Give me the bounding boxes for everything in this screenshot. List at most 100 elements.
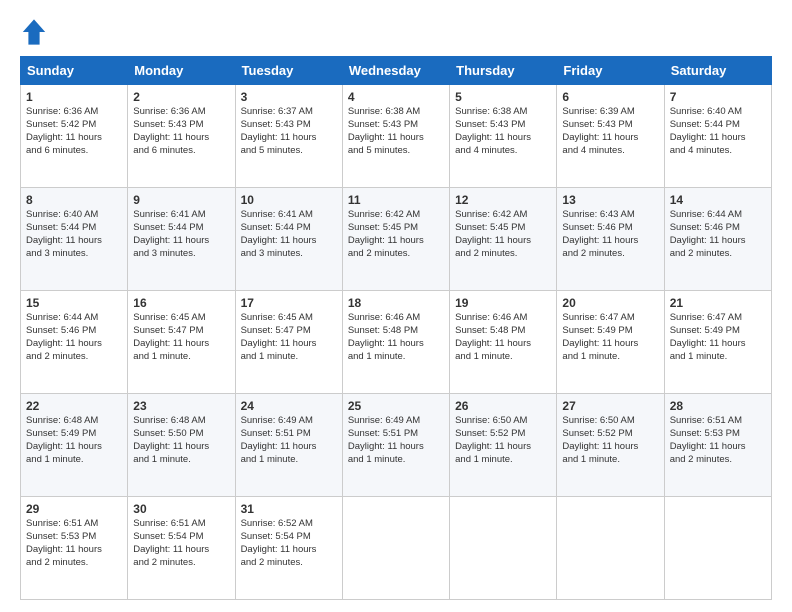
day-cell: 4Sunrise: 6:38 AMSunset: 5:43 PMDaylight… [342, 85, 449, 188]
week-row-4: 22Sunrise: 6:48 AMSunset: 5:49 PM Dayligh… [21, 394, 772, 497]
day-cell: 7Sunrise: 6:40 AMSunset: 5:44 PMDaylight… [664, 85, 771, 188]
week-row-1: 1Sunrise: 6:36 AMSunset: 5:42 PMDaylight… [21, 85, 772, 188]
day-info-line: Daylight: 11 hours [26, 235, 122, 248]
day-number: 16 [133, 295, 229, 311]
day-number: 2 [133, 89, 229, 105]
logo [20, 18, 52, 46]
day-number: 25 [348, 398, 444, 414]
day-cell: 10Sunrise: 6:41 AMSunset: 5:44 PMDayligh… [235, 188, 342, 291]
day-number: 22 [26, 398, 122, 414]
day-info-line: Daylight: 11 hours [670, 235, 766, 248]
header [20, 18, 772, 46]
day-number: 21 [670, 295, 766, 311]
day-number: 10 [241, 192, 337, 208]
day-cell: 27Sunrise: 6:50 AMSunset: 5:52 PMDayligh… [557, 394, 664, 497]
day-info-line: Daylight: 11 hours [241, 544, 337, 557]
day-cell: 31Sunrise: 6:52 AMSunset: 5:54 PMDayligh… [235, 497, 342, 600]
day-cell: 15Sunrise: 6:44 AMSunset: 5:46 PMDayligh… [21, 291, 128, 394]
day-info-line: Sunrise: 6:47 AM [670, 312, 766, 325]
day-number: 27 [562, 398, 658, 414]
page: SundayMondayTuesdayWednesdayThursdayFrid… [0, 0, 792, 612]
day-info-line: Sunrise: 6:43 AM [562, 209, 658, 222]
day-info-line: Daylight: 11 hours [26, 338, 122, 351]
day-info-line: Sunrise: 6:39 AM [562, 106, 658, 119]
day-info-line: Sunset: 5:43 PM [241, 119, 337, 132]
day-info-line: Sunset: 5:46 PM [670, 222, 766, 235]
day-info-line: and 1 minute. [455, 351, 551, 364]
day-number: 18 [348, 295, 444, 311]
day-info-line: Sunset: 5:43 PM [133, 119, 229, 132]
day-cell: 28Sunrise: 6:51 AMSunset: 5:53 PMDayligh… [664, 394, 771, 497]
day-info-line: Sunrise: 6:44 AM [670, 209, 766, 222]
day-info-line: Sunrise: 6:52 AM [241, 518, 337, 531]
day-info-line: Daylight: 11 hours [455, 132, 551, 145]
header-row: SundayMondayTuesdayWednesdayThursdayFrid… [21, 57, 772, 85]
day-info-line: Daylight: 11 hours [26, 132, 122, 145]
day-cell: 8Sunrise: 6:40 AMSunset: 5:44 PMDaylight… [21, 188, 128, 291]
day-info-line: and 6 minutes. [133, 145, 229, 158]
day-number: 19 [455, 295, 551, 311]
day-info-line: Sunrise: 6:41 AM [241, 209, 337, 222]
day-cell: 24Sunrise: 6:49 AMSunset: 5:51 PMDayligh… [235, 394, 342, 497]
day-cell: 21Sunrise: 6:47 AMSunset: 5:49 PMDayligh… [664, 291, 771, 394]
calendar-body: 1Sunrise: 6:36 AMSunset: 5:42 PMDaylight… [21, 85, 772, 600]
day-info-line: Sunset: 5:49 PM [670, 325, 766, 338]
day-number: 28 [670, 398, 766, 414]
day-info-line: Sunrise: 6:50 AM [455, 415, 551, 428]
day-info-line: Sunset: 5:54 PM [133, 531, 229, 544]
day-info-line: Sunrise: 6:49 AM [348, 415, 444, 428]
col-header-friday: Friday [557, 57, 664, 85]
day-info-line: Sunset: 5:51 PM [348, 428, 444, 441]
day-number: 9 [133, 192, 229, 208]
day-info-line: and 1 minute. [241, 351, 337, 364]
day-info-line: and 2 minutes. [26, 351, 122, 364]
calendar-header: SundayMondayTuesdayWednesdayThursdayFrid… [21, 57, 772, 85]
day-info-line: and 1 minute. [241, 454, 337, 467]
day-info-line: and 4 minutes. [562, 145, 658, 158]
day-info-line: Sunset: 5:51 PM [241, 428, 337, 441]
day-info-line: Daylight: 11 hours [133, 544, 229, 557]
col-header-monday: Monday [128, 57, 235, 85]
day-info-line: Daylight: 11 hours [562, 441, 658, 454]
day-info-line: Sunset: 5:42 PM [26, 119, 122, 132]
day-cell: 14Sunrise: 6:44 AMSunset: 5:46 PMDayligh… [664, 188, 771, 291]
day-info-line: Sunset: 5:46 PM [562, 222, 658, 235]
day-cell: 18Sunrise: 6:46 AMSunset: 5:48 PMDayligh… [342, 291, 449, 394]
day-info-line: Daylight: 11 hours [348, 132, 444, 145]
col-header-thursday: Thursday [450, 57, 557, 85]
day-info-line: Daylight: 11 hours [241, 338, 337, 351]
logo-icon [20, 18, 48, 46]
day-number: 24 [241, 398, 337, 414]
day-info-line: and 5 minutes. [348, 145, 444, 158]
day-info-line: and 5 minutes. [241, 145, 337, 158]
day-info-line: and 2 minutes. [455, 248, 551, 261]
day-info-line: and 2 minutes. [26, 557, 122, 570]
day-info-line: Sunrise: 6:51 AM [26, 518, 122, 531]
day-cell: 29Sunrise: 6:51 AMSunset: 5:53 PMDayligh… [21, 497, 128, 600]
day-cell: 26Sunrise: 6:50 AMSunset: 5:52 PMDayligh… [450, 394, 557, 497]
day-info-line: Sunrise: 6:48 AM [26, 415, 122, 428]
day-info-line: Sunrise: 6:46 AM [348, 312, 444, 325]
day-info-line: Sunrise: 6:37 AM [241, 106, 337, 119]
day-cell: 16Sunrise: 6:45 AMSunset: 5:47 PMDayligh… [128, 291, 235, 394]
day-info-line: Sunset: 5:43 PM [348, 119, 444, 132]
day-info-line: and 3 minutes. [26, 248, 122, 261]
day-info-line: Daylight: 11 hours [241, 441, 337, 454]
day-info-line: and 1 minute. [348, 351, 444, 364]
day-info-line: Daylight: 11 hours [670, 441, 766, 454]
day-info-line: Daylight: 11 hours [133, 338, 229, 351]
day-info-line: Daylight: 11 hours [241, 235, 337, 248]
day-info-line: Sunset: 5:47 PM [133, 325, 229, 338]
day-number: 14 [670, 192, 766, 208]
day-info-line: Sunset: 5:49 PM [26, 428, 122, 441]
day-info-line: Sunrise: 6:45 AM [241, 312, 337, 325]
day-info-line: Daylight: 11 hours [455, 338, 551, 351]
day-info-line: Daylight: 11 hours [348, 338, 444, 351]
day-info-line: Daylight: 11 hours [241, 132, 337, 145]
day-info-line: and 2 minutes. [241, 557, 337, 570]
day-cell: 30Sunrise: 6:51 AMSunset: 5:54 PMDayligh… [128, 497, 235, 600]
day-cell [557, 497, 664, 600]
day-cell: 3Sunrise: 6:37 AMSunset: 5:43 PMDaylight… [235, 85, 342, 188]
day-info-line: Sunrise: 6:42 AM [455, 209, 551, 222]
day-info-line: Sunset: 5:44 PM [133, 222, 229, 235]
